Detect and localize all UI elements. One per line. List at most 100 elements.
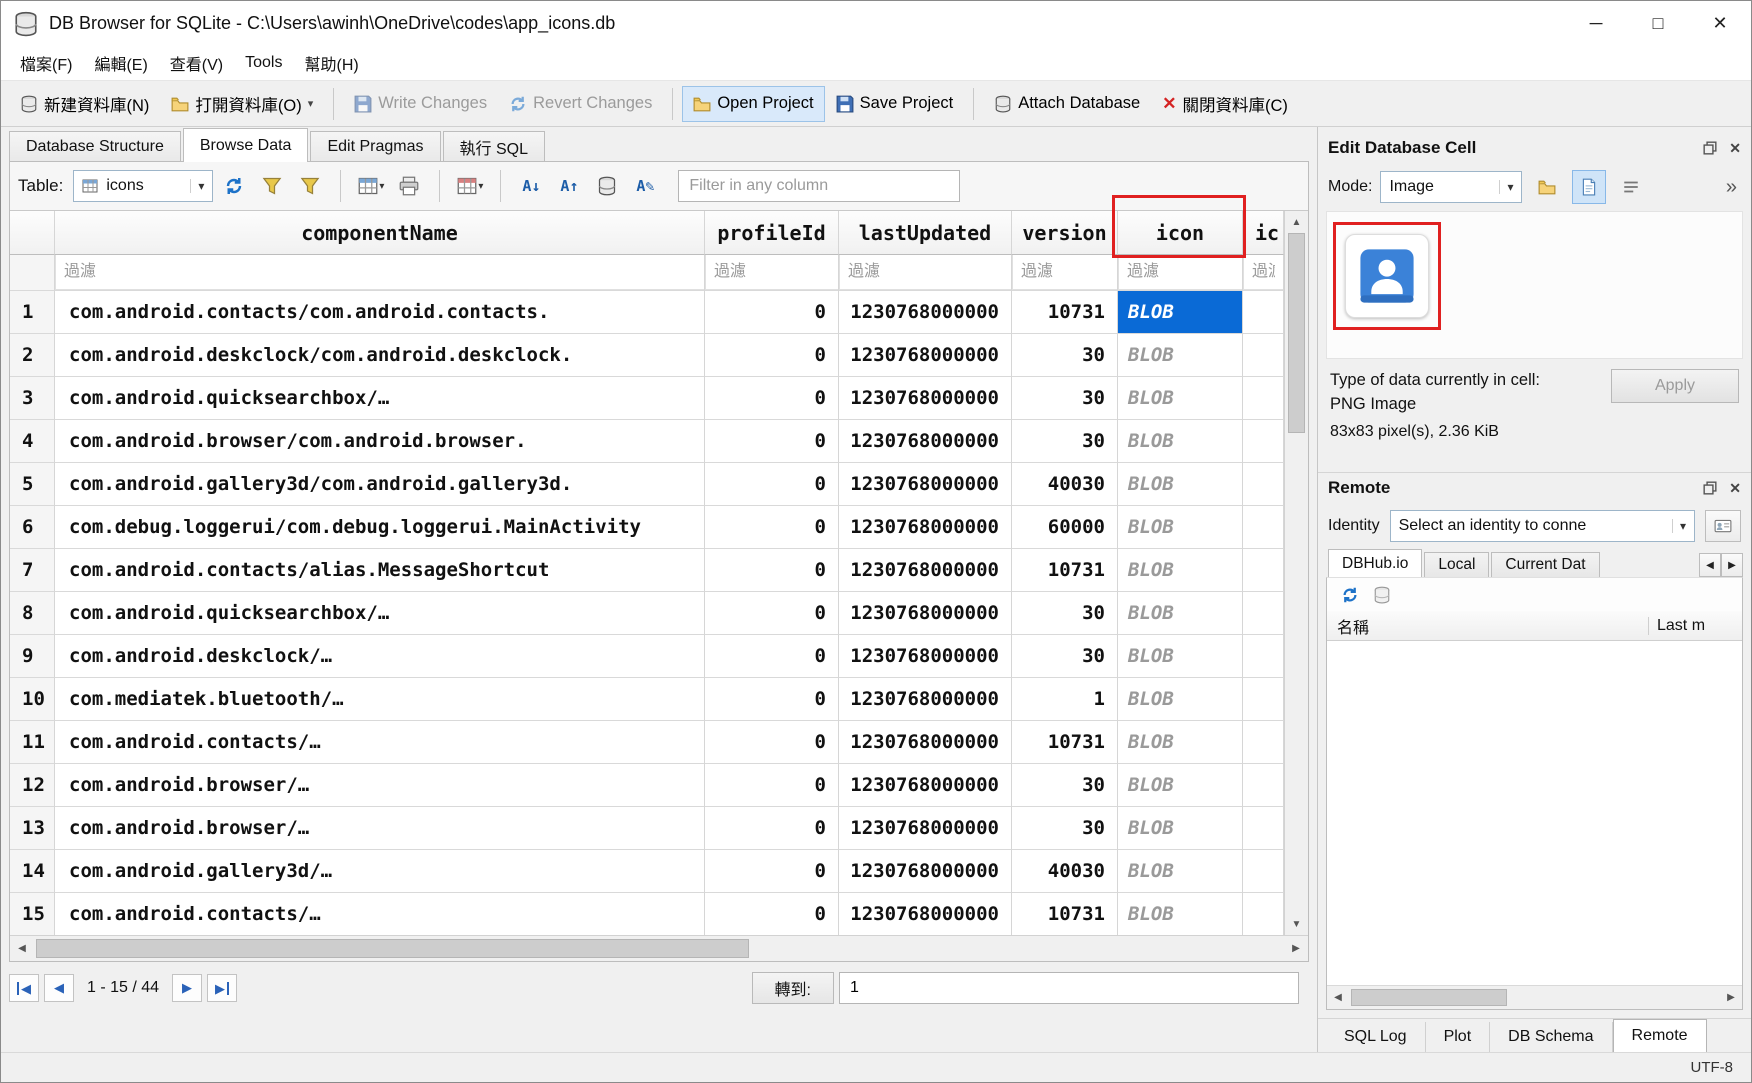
column-header-profileId[interactable]: profileId bbox=[705, 211, 839, 255]
close-database-button[interactable]: ✕ 關閉資料庫(C) bbox=[1151, 86, 1299, 122]
goto-record-input[interactable] bbox=[839, 972, 1299, 1004]
cell-componentName[interactable]: com.mediatek.bluetooth/… bbox=[55, 678, 705, 721]
cell-componentName[interactable]: com.android.contacts/alias.MessageShortc… bbox=[55, 549, 705, 592]
remote-scroll-thumb[interactable] bbox=[1351, 989, 1507, 1006]
tab-database-structure[interactable]: Database Structure bbox=[9, 131, 181, 161]
filter-input-version[interactable] bbox=[1012, 255, 1117, 290]
tab-execute-sql[interactable]: 執行 SQL bbox=[443, 131, 545, 161]
cell-partial[interactable] bbox=[1243, 377, 1284, 420]
row-number[interactable]: 4 bbox=[10, 420, 55, 463]
attach-database-button[interactable]: Attach Database bbox=[983, 86, 1151, 122]
cell-version[interactable]: 1 bbox=[1012, 678, 1118, 721]
menu-tools[interactable]: Tools bbox=[234, 50, 293, 76]
tab-sql-log[interactable]: SQL Log bbox=[1326, 1022, 1426, 1052]
cell-profileId[interactable]: 0 bbox=[705, 893, 839, 936]
column-header-componentName[interactable]: componentName bbox=[55, 211, 705, 255]
print-button[interactable] bbox=[392, 169, 426, 203]
tab-browse-data[interactable]: Browse Data bbox=[183, 128, 309, 162]
image-view-button[interactable] bbox=[1572, 170, 1606, 204]
cell-lastUpdated[interactable]: 1230768000000 bbox=[839, 506, 1012, 549]
cell-version[interactable]: 30 bbox=[1012, 377, 1118, 420]
cell-icon[interactable]: BLOB bbox=[1118, 678, 1243, 721]
cell-componentName[interactable]: com.android.browser/… bbox=[55, 764, 705, 807]
cell-profileId[interactable]: 0 bbox=[705, 334, 839, 377]
cell-componentName[interactable]: com.android.gallery3d/com.android.galler… bbox=[55, 463, 705, 506]
cell-icon[interactable]: BLOB bbox=[1118, 334, 1243, 377]
cell-icon[interactable]: BLOB bbox=[1118, 764, 1243, 807]
edit-cell-button[interactable]: A✎ bbox=[628, 169, 662, 203]
float-panel-icon[interactable] bbox=[1703, 481, 1717, 495]
tab-current-database[interactable]: Current Dat bbox=[1491, 552, 1599, 577]
clear-filters-button[interactable] bbox=[255, 169, 289, 203]
row-number[interactable]: 7 bbox=[10, 549, 55, 592]
cell-profileId[interactable]: 0 bbox=[705, 721, 839, 764]
horizontal-scroll-thumb[interactable] bbox=[36, 939, 749, 958]
row-number[interactable]: 11 bbox=[10, 721, 55, 764]
apply-button[interactable]: Apply bbox=[1611, 369, 1739, 403]
cell-profileId[interactable]: 0 bbox=[705, 291, 839, 334]
cell-partial[interactable] bbox=[1243, 893, 1284, 936]
filter-input-profileId[interactable] bbox=[705, 255, 838, 290]
cell-version[interactable]: 40030 bbox=[1012, 463, 1118, 506]
menu-help[interactable]: 幫助(H) bbox=[293, 47, 369, 79]
cell-version[interactable]: 60000 bbox=[1012, 506, 1118, 549]
cell-profileId[interactable]: 0 bbox=[705, 635, 839, 678]
cell-version[interactable]: 30 bbox=[1012, 334, 1118, 377]
column-header-lastUpdated[interactable]: lastUpdated bbox=[839, 211, 1012, 255]
horizontal-scrollbar[interactable]: ◀ ▶ bbox=[10, 935, 1308, 961]
sort-desc-button[interactable]: A↑ bbox=[552, 169, 586, 203]
cell-profileId[interactable]: 0 bbox=[705, 377, 839, 420]
cell-icon[interactable]: BLOB bbox=[1118, 721, 1243, 764]
cell-version[interactable]: 10731 bbox=[1012, 291, 1118, 334]
scroll-left-icon[interactable]: ◀ bbox=[10, 936, 34, 961]
cell-componentName[interactable]: com.android.deskclock/com.android.deskcl… bbox=[55, 334, 705, 377]
cell-lastUpdated[interactable]: 1230768000000 bbox=[839, 635, 1012, 678]
previous-page-button[interactable]: ◀ bbox=[44, 974, 74, 1002]
horizontal-scroll-track[interactable] bbox=[34, 936, 1284, 961]
filter-input-componentName[interactable] bbox=[55, 255, 704, 290]
cell-icon[interactable]: BLOB bbox=[1118, 377, 1243, 420]
filter-input-icon[interactable] bbox=[1118, 255, 1242, 290]
cell-version[interactable]: 40030 bbox=[1012, 850, 1118, 893]
cell-componentName[interactable]: com.android.contacts/com.android.contact… bbox=[55, 291, 705, 334]
column-header-partial[interactable]: ic bbox=[1243, 211, 1284, 255]
text-view-button[interactable] bbox=[1614, 170, 1648, 204]
sort-asc-button[interactable]: A↓ bbox=[514, 169, 548, 203]
mode-select[interactable]: Image ▾ bbox=[1380, 171, 1522, 203]
row-number[interactable]: 10 bbox=[10, 678, 55, 721]
menu-file[interactable]: 檔案(F) bbox=[9, 47, 83, 79]
row-number[interactable]: 3 bbox=[10, 377, 55, 420]
scroll-right-icon[interactable]: ▶ bbox=[1284, 936, 1308, 961]
cell-partial[interactable] bbox=[1243, 721, 1284, 764]
new-view-button[interactable] bbox=[590, 169, 624, 203]
remote-horizontal-scrollbar[interactable]: ◀ ▶ bbox=[1327, 985, 1742, 1009]
cell-version[interactable]: 10731 bbox=[1012, 549, 1118, 592]
clone-database-icon[interactable] bbox=[1373, 586, 1391, 604]
vertical-scroll-track[interactable] bbox=[1285, 233, 1308, 913]
cell-version[interactable]: 30 bbox=[1012, 420, 1118, 463]
cell-partial[interactable] bbox=[1243, 635, 1284, 678]
cell-componentName[interactable]: com.android.browser/com.android.browser. bbox=[55, 420, 705, 463]
cell-partial[interactable] bbox=[1243, 592, 1284, 635]
cell-profileId[interactable]: 0 bbox=[705, 592, 839, 635]
scroll-up-icon[interactable]: ▲ bbox=[1285, 211, 1308, 233]
cell-icon[interactable]: BLOB bbox=[1118, 463, 1243, 506]
remote-scroll-track[interactable] bbox=[1349, 986, 1720, 1009]
refresh-remote-icon[interactable] bbox=[1341, 586, 1359, 604]
row-number[interactable]: 2 bbox=[10, 334, 55, 377]
next-page-button[interactable]: ▶ bbox=[172, 974, 202, 1002]
cell-icon[interactable]: BLOB bbox=[1118, 850, 1243, 893]
cell-componentName[interactable]: com.android.deskclock/… bbox=[55, 635, 705, 678]
tab-local[interactable]: Local bbox=[1424, 552, 1489, 577]
column-header-version[interactable]: version bbox=[1012, 211, 1118, 255]
cell-componentName[interactable]: com.android.quicksearchbox/… bbox=[55, 377, 705, 420]
filter-input-partial[interactable] bbox=[1243, 255, 1283, 290]
cell-componentName[interactable]: com.android.contacts/… bbox=[55, 893, 705, 936]
cell-partial[interactable] bbox=[1243, 506, 1284, 549]
cell-profileId[interactable]: 0 bbox=[705, 678, 839, 721]
save-project-button[interactable]: Save Project bbox=[825, 86, 965, 122]
close-panel-icon[interactable]: ✕ bbox=[1729, 480, 1741, 497]
cell-profileId[interactable]: 0 bbox=[705, 420, 839, 463]
first-page-button[interactable]: ◀ bbox=[9, 974, 39, 1002]
delete-record-button[interactable]: ▾ bbox=[453, 169, 487, 203]
